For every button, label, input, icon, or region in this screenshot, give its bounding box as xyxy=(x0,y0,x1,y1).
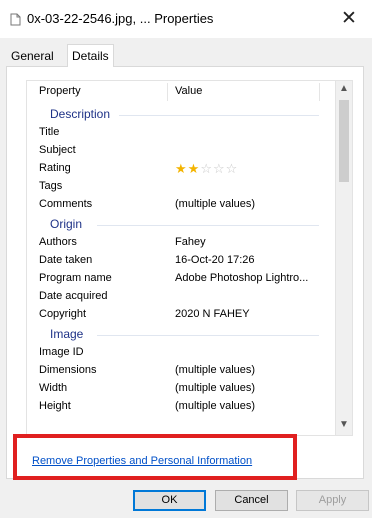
property-name: Tags xyxy=(39,180,63,192)
row-program-name[interactable]: Program name Adobe Photoshop Lightro... xyxy=(27,270,335,288)
group-image: Image xyxy=(27,326,335,344)
group-divider xyxy=(97,225,319,226)
window-title: 0x-03-22-2546.jpg, ... Properties xyxy=(27,11,214,26)
property-name: Date acquired xyxy=(39,290,108,302)
property-value: (multiple values) xyxy=(175,400,256,412)
property-name: Authors xyxy=(39,236,77,248)
property-value: (multiple values) xyxy=(175,198,256,210)
row-date-acquired[interactable]: Date acquired xyxy=(27,288,335,306)
row-height[interactable]: Height (multiple values) xyxy=(27,398,335,416)
column-divider[interactable] xyxy=(319,83,320,101)
vertical-scrollbar[interactable]: ▲ ▼ xyxy=(336,80,353,436)
group-heading: Image xyxy=(50,327,84,341)
row-title[interactable]: Title xyxy=(27,124,335,142)
group-description: Description xyxy=(27,106,335,124)
property-name: Date taken xyxy=(39,254,93,266)
close-icon: ✕ xyxy=(341,8,357,29)
cancel-button[interactable]: Cancel xyxy=(215,490,288,511)
star-empty-icon[interactable]: ☆ xyxy=(226,161,239,176)
scroll-up-icon[interactable]: ▲ xyxy=(336,83,352,97)
row-rating[interactable]: Rating ★★☆☆☆ xyxy=(27,160,335,178)
property-name: Width xyxy=(39,382,68,394)
row-date-taken[interactable]: Date taken 16-Oct-20 17:26 xyxy=(27,252,335,270)
property-name: Program name xyxy=(39,272,112,284)
scroll-down-icon[interactable]: ▼ xyxy=(336,419,352,433)
scroll-thumb[interactable] xyxy=(339,100,349,182)
property-name: Image ID xyxy=(39,346,84,358)
tab-general[interactable]: General xyxy=(8,47,57,66)
property-name: Dimensions xyxy=(39,364,97,376)
star-filled-icon[interactable]: ★ xyxy=(175,161,188,176)
property-value: 16-Oct-20 17:26 xyxy=(175,254,255,266)
highlight-box xyxy=(13,434,297,480)
property-name: Comments xyxy=(39,198,93,210)
row-subject[interactable]: Subject xyxy=(27,142,335,160)
row-dimensions[interactable]: Dimensions (multiple values) xyxy=(27,362,335,380)
column-property[interactable]: Property xyxy=(39,85,81,97)
star-empty-icon[interactable]: ☆ xyxy=(213,161,226,176)
rating-stars[interactable]: ★★☆☆☆ xyxy=(175,161,238,177)
tab-strip: General Details xyxy=(0,40,372,67)
apply-button[interactable]: Apply xyxy=(296,490,369,511)
property-name: Title xyxy=(39,126,60,138)
row-authors[interactable]: Authors Fahey xyxy=(27,234,335,252)
star-filled-icon[interactable]: ★ xyxy=(188,161,201,176)
property-value: (multiple values) xyxy=(175,382,256,394)
group-divider xyxy=(119,115,319,116)
close-button[interactable]: ✕ xyxy=(326,0,372,38)
property-value: (multiple values) xyxy=(175,364,256,376)
title-bar: 0x-03-22-2546.jpg, ... Properties ✕ xyxy=(0,0,372,38)
group-heading: Description xyxy=(50,107,111,121)
property-name: Copyright xyxy=(39,308,87,320)
column-value[interactable]: Value xyxy=(175,85,202,97)
property-name: Height xyxy=(39,400,71,412)
group-divider xyxy=(97,335,319,336)
ok-button[interactable]: OK xyxy=(133,490,206,511)
star-empty-icon[interactable]: ☆ xyxy=(200,161,213,176)
row-width[interactable]: Width (multiple values) xyxy=(27,380,335,398)
property-list[interactable]: Property Value Description Title Subject… xyxy=(26,80,336,436)
row-image-id[interactable]: Image ID xyxy=(27,344,335,362)
row-comments[interactable]: Comments (multiple values) xyxy=(27,196,335,214)
row-copyright[interactable]: Copyright 2020 N FAHEY xyxy=(27,306,335,324)
property-name: Rating xyxy=(39,162,71,174)
property-name: Subject xyxy=(39,144,76,156)
column-header: Property Value xyxy=(27,81,335,103)
column-divider[interactable] xyxy=(167,83,168,101)
group-heading: Origin xyxy=(50,217,83,231)
row-tags[interactable]: Tags xyxy=(27,178,335,196)
property-value: Adobe Photoshop Lightro... xyxy=(175,272,309,284)
property-value: 2020 N FAHEY xyxy=(175,308,250,320)
tab-details[interactable]: Details xyxy=(67,44,114,67)
property-value: Fahey xyxy=(175,236,206,248)
file-icon xyxy=(10,13,21,26)
group-origin: Origin xyxy=(27,216,335,234)
